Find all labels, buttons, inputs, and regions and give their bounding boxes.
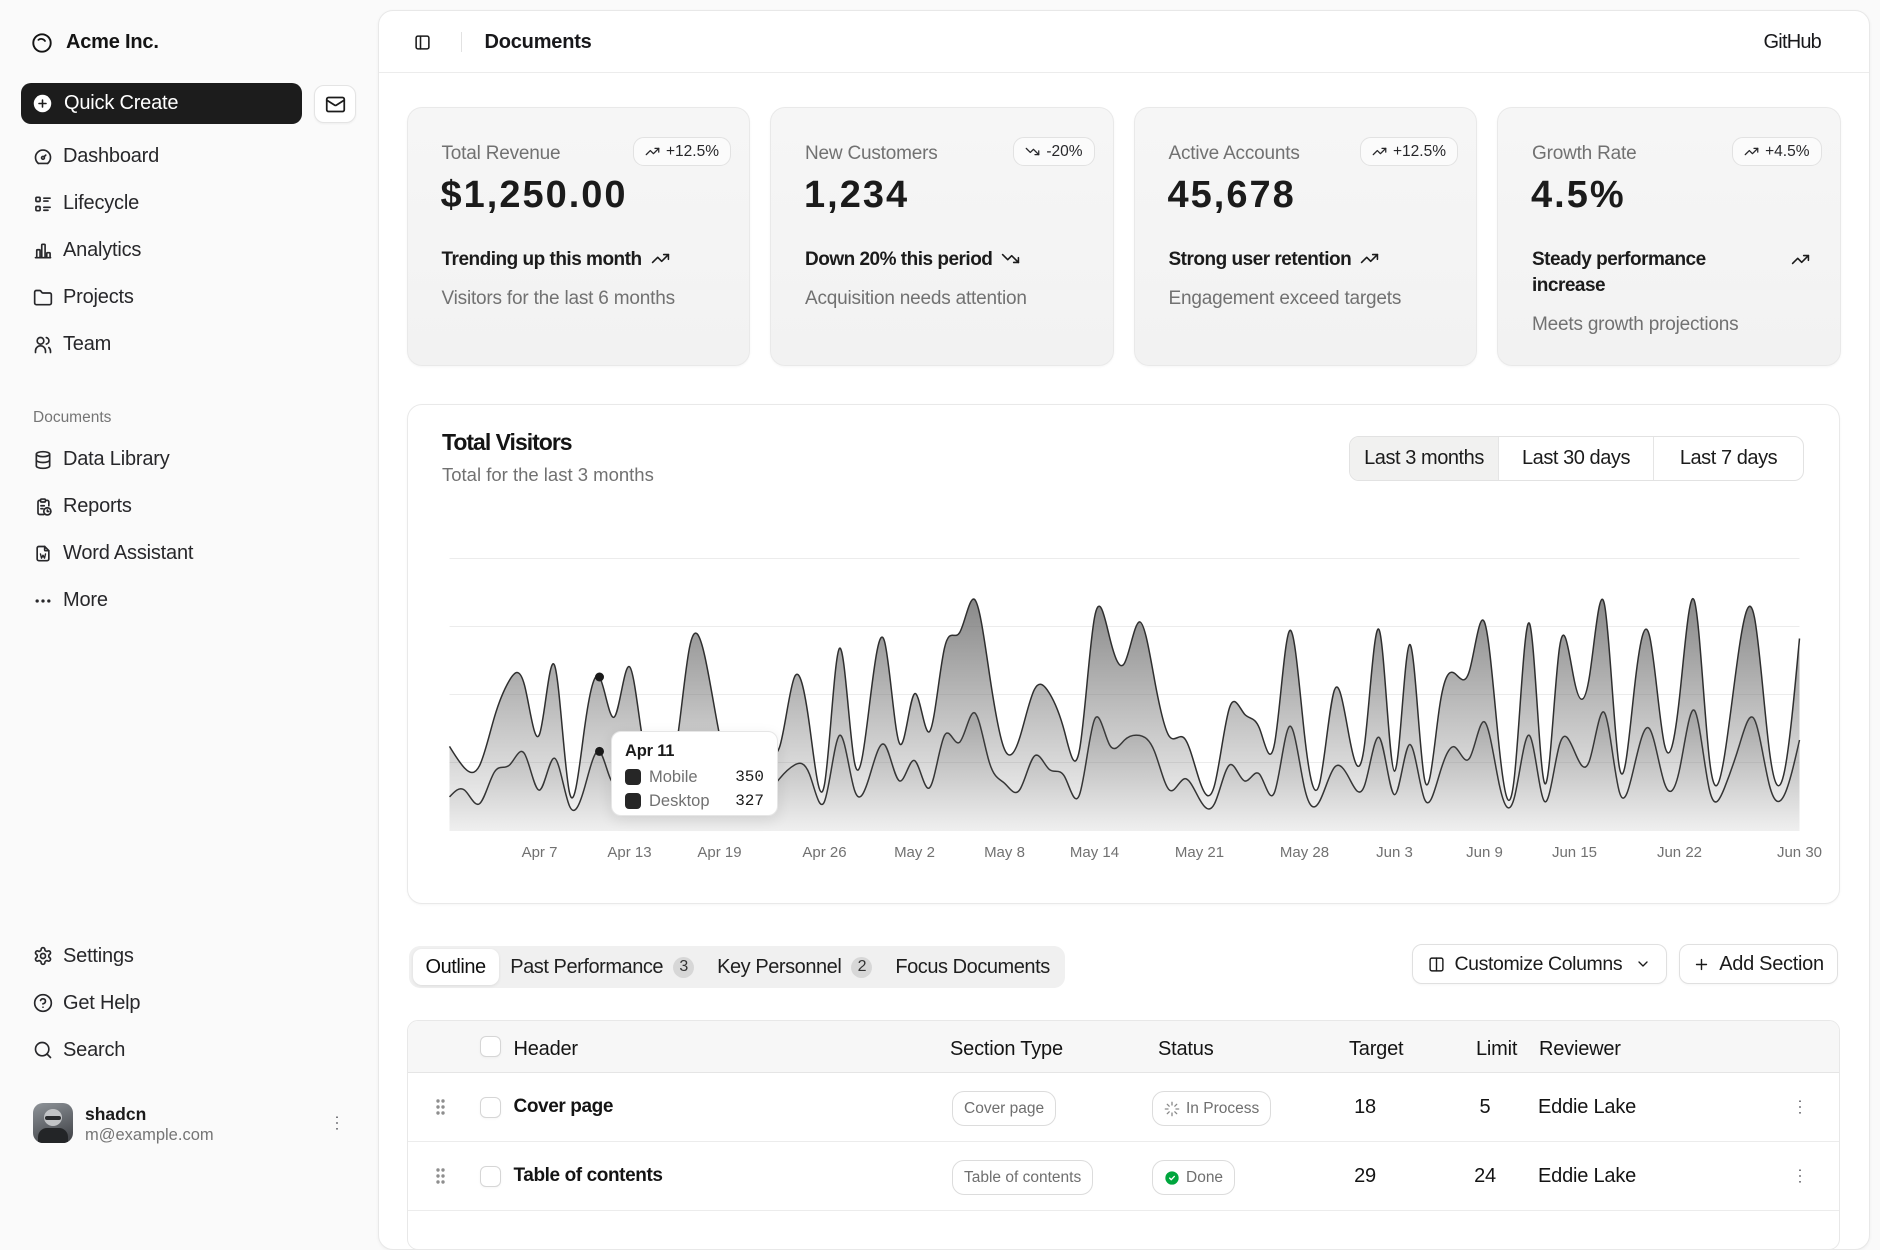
svg-text:Jun 30: Jun 30 — [1776, 844, 1821, 861]
svg-text:Jun 22: Jun 22 — [1656, 844, 1701, 861]
svg-text:Apr 26: Apr 26 — [802, 844, 846, 861]
svg-text:Jun 3: Jun 3 — [1376, 844, 1413, 861]
svg-text:Jun 9: Jun 9 — [1466, 844, 1503, 861]
svg-text:May 14: May 14 — [1069, 844, 1118, 861]
svg-text:May 21: May 21 — [1174, 844, 1223, 861]
svg-text:May 8: May 8 — [984, 844, 1025, 861]
svg-text:Apr 7: Apr 7 — [521, 844, 557, 861]
svg-text:May 2: May 2 — [894, 844, 935, 861]
svg-text:Apr 13: Apr 13 — [607, 844, 651, 861]
svg-text:Jun 15: Jun 15 — [1551, 844, 1596, 861]
svg-text:Apr 19: Apr 19 — [697, 844, 741, 861]
svg-text:May 28: May 28 — [1279, 844, 1328, 861]
